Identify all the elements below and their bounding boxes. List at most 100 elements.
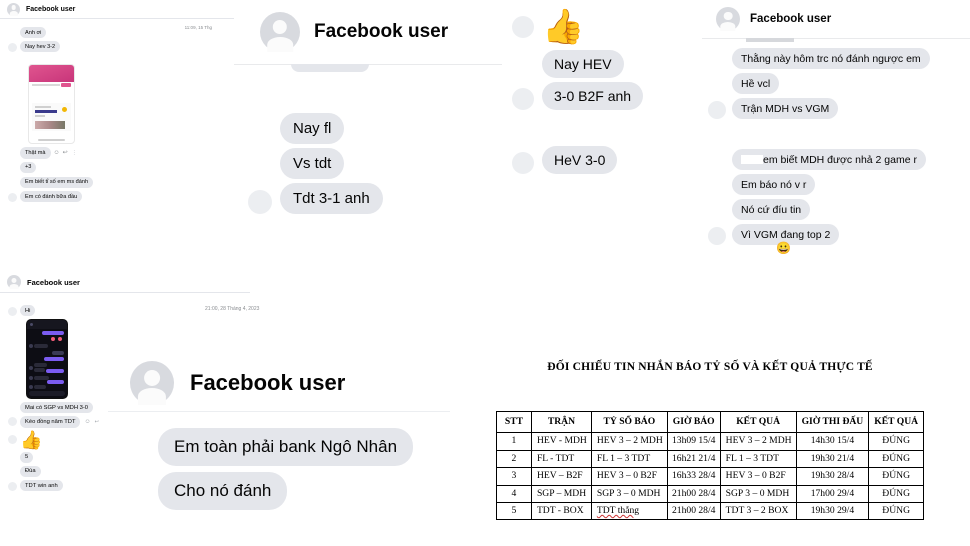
cell-verdict: ĐÚNG (868, 467, 925, 486)
message-row: Em báo nó v r (732, 174, 970, 195)
panel1-message-list: Anh ơi Nay hev 3-2 Thật mà ☺ ↩ ⋮ +3 Em b… (0, 19, 234, 203)
message-row: Nay HEV (542, 50, 702, 78)
conversation-panel-top-right: Facebook user Thằng này hôm trc nó đánh … (702, 0, 970, 270)
panel4-header: Facebook user (702, 0, 970, 39)
sender-avatar-slot (248, 190, 272, 214)
message-bubble[interactable]: Anh ơi (20, 27, 47, 39)
attached-screenshot-dark[interactable] (26, 319, 68, 400)
message-bubble[interactable]: Nay fl (280, 113, 345, 144)
table-row: 4 SGP – MDH SGP 3 – 0 MDH 21h00 28/4 SGP… (495, 484, 925, 503)
sender-avatar-slot (512, 88, 534, 110)
emoji-react-icon[interactable]: ☺ (84, 419, 90, 425)
avatar-dot (30, 323, 33, 327)
message-bubble[interactable]: Thật mà (20, 147, 51, 159)
message-bubble[interactable]: Hề vcl (732, 73, 780, 94)
message-row: Hề vcl (732, 73, 970, 94)
message-bubble[interactable]: Thằng này hôm trc nó đánh ngược em (732, 48, 930, 69)
cell-match: HEV - MDH (530, 432, 592, 451)
table-header-cell: KẾT QUẢ (719, 410, 797, 434)
cell-match-time: 19h30 21/4 (795, 449, 870, 469)
reply-icon[interactable]: ↩ (63, 149, 68, 156)
reply-icon[interactable]: ↩ (95, 419, 99, 425)
message-row: Vs tdt (280, 148, 502, 179)
panel6-user-name: Facebook user (190, 370, 346, 395)
message-bubble[interactable]: Vs tdt (280, 148, 345, 179)
sender-avatar-slot (512, 152, 534, 174)
conversation-panel-bottom-middle: Facebook user Em toàn phải bank Ngô Nhân… (108, 355, 463, 535)
table-header-cell: GIỜ THI ĐẤU (795, 410, 870, 434)
screenshot-bubble (34, 368, 45, 373)
message-row: Thằng này hôm trc nó đánh ngược em (732, 48, 970, 69)
message-bubble[interactable]: Em báo nó v r (732, 174, 816, 195)
cell-reported-time: 13h09 15/4 (666, 432, 721, 451)
table-header-row: STT TRẬN TỶ SỐ BÁO GIỜ BÁO KẾT QUẢ GIỜ T… (495, 410, 925, 434)
panel5-header: Facebook user (0, 272, 250, 293)
sender-avatar-slot (512, 16, 534, 38)
cell-reported-score: SGP 3 – 0 MDH (590, 484, 668, 503)
message-bubble[interactable]: Mai có SGP vs MDH 3-0 (20, 402, 94, 414)
panel2-user-name: Facebook user (314, 21, 449, 42)
sender-avatar-slot (8, 482, 17, 492)
panel5-user-name: Facebook user (27, 277, 80, 287)
cut-off-bubble (746, 38, 794, 42)
table-header-cell: TRẬN (530, 410, 592, 434)
cell-reported-time: 16h33 28/4 (666, 467, 721, 486)
avatar (716, 7, 740, 31)
message-row: Nay hev 3-2 (8, 41, 234, 53)
message-bubble[interactable]: Trận MDH vs VGM (732, 98, 839, 119)
avatar (7, 2, 20, 16)
message-bubble[interactable]: 5 (20, 451, 34, 463)
cell-reported-score: TDT thắng (590, 501, 668, 521)
message-bubble[interactable]: Kéo đồng năm TDT (20, 416, 81, 428)
cell-stt: 5 (495, 501, 532, 521)
message-bubble[interactable]: Nó cứ đíu tin (732, 199, 811, 220)
cell-match-time: 17h00 29/4 (795, 484, 870, 503)
cell-verdict: ĐÚNG (868, 484, 925, 503)
avatar (7, 275, 21, 289)
message-bubble[interactable]: Cho nó đánh (158, 472, 288, 510)
emoji-react-icon[interactable]: ☺ (54, 150, 60, 156)
cell-match: SGP – MDH (530, 484, 592, 503)
message-bubble[interactable]: 3-0 B2F anh (542, 82, 644, 110)
reaction-count-badge[interactable]: +3 (20, 161, 37, 173)
message-bubble[interactable]: HeV 3-0 (542, 146, 618, 174)
table-row: 5 TDT - BOX TDT thắng 21h00 28/4 TDT 3 –… (495, 501, 925, 521)
message-bubble[interactable]: Đùa (20, 465, 41, 477)
screenshot-bubble (46, 369, 64, 374)
attached-screenshot-pink[interactable] (28, 64, 75, 145)
message-bubble[interactable]: Em toàn phải bank Ngô Nhân (158, 428, 414, 466)
message-row: Em biết tỉ số em ms đánh (20, 176, 234, 188)
panel2-message-list: Nay fl Vs tdt Tdt 3-1 anh (234, 65, 502, 214)
screenshot-header-band (29, 65, 74, 83)
cell-reported-score: HEV 3 – 2 MDH (590, 432, 668, 451)
screenshot-avatar (29, 366, 33, 371)
message-row: Em toàn phải bank Ngô Nhân (158, 428, 463, 466)
message-bubble[interactable]: Nay HEV (542, 50, 624, 78)
star-icon (62, 107, 67, 113)
sender-avatar-slot (8, 43, 17, 53)
cell-result: FL 1 – 3 TDT (719, 449, 797, 469)
message-bubble[interactable]: Nay hev 3-2 (20, 41, 61, 53)
table-header-cell: KẾT QUẢ (868, 410, 925, 434)
message-row: +3 (20, 161, 234, 173)
screenshot-line (35, 106, 51, 109)
cell-match-time: 14h30 15/4 (795, 432, 870, 451)
message-bubble[interactable]: Tdt 3-1 anh (280, 183, 383, 214)
thumbs-up-icon[interactable]: 👍 (542, 10, 584, 44)
message-bubble[interactable]: TDT win anh (20, 479, 63, 492)
cell-stt: 3 (495, 467, 532, 486)
message-bubble[interactable]: Em biết tỉ số em ms đánh (20, 176, 94, 188)
sender-avatar-slot (708, 101, 726, 119)
table-row: 2 FL - TDT FL 1 – 3 TDT 16h21 21/4 FL 1 … (495, 449, 925, 469)
message-bubble[interactable]: Em có đánh bữa đầu (20, 190, 83, 203)
more-options-icon[interactable]: ⋮ (72, 150, 79, 156)
screenshot-avatar (29, 385, 33, 390)
panel6-header: Facebook user (108, 355, 463, 412)
conversation-panel-top-middle-left: Facebook user Nay fl Vs tdt Tdt 3-1 anh (234, 0, 502, 250)
message-bubble[interactable]: Hi (20, 305, 36, 317)
cell-reported-time: 21h00 28/4 (666, 484, 721, 503)
message-row: Nó cứ đíu tin (732, 199, 970, 220)
thumbs-up-icon[interactable]: 👍 (20, 431, 42, 449)
message-bubble-redacted[interactable]: em biết MDH được nhả 2 game r (732, 149, 926, 170)
cell-match: TDT - BOX (530, 501, 592, 521)
